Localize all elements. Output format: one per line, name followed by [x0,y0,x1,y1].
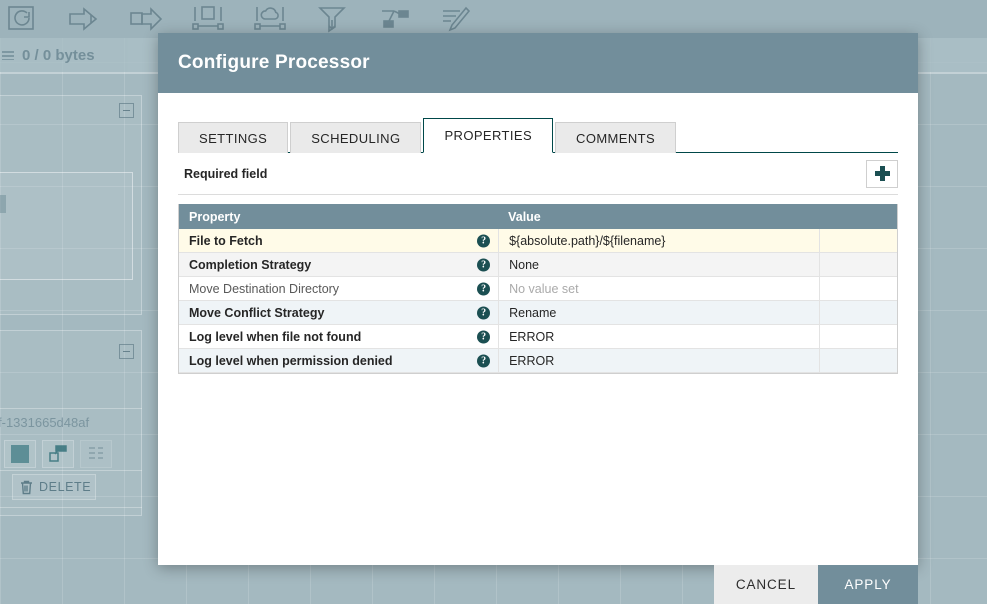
property-name: Log level when file not found [189,329,362,344]
property-value: None [509,257,539,272]
property-name: Log level when permission denied [189,353,393,368]
property-value-cell[interactable]: ERROR [498,349,819,372]
property-name: Move Conflict Strategy [189,305,325,320]
template-icon[interactable] [80,440,112,468]
required-field-label: Required field [184,166,268,181]
column-header-property: Property [189,209,241,224]
process-group-icon[interactable] [188,2,228,36]
property-name: Completion Strategy [189,257,312,272]
property-action-cell[interactable] [819,301,897,324]
table-row[interactable]: Completion Strategy ? None [179,253,897,277]
property-value-cell[interactable]: ${absolute.path}/${filename} [498,229,819,252]
delete-button[interactable]: DELETE [12,474,96,500]
help-icon[interactable]: ? [477,354,491,367]
property-action-cell[interactable] [819,229,897,252]
property-name: Move Destination Directory [189,281,340,296]
property-action-cell[interactable] [819,277,897,300]
property-name: File to Fetch [189,233,263,248]
property-value-cell[interactable]: ERROR [498,325,819,348]
configure-processor-dialog: Configure Processor SETTINGS SCHEDULING … [158,33,918,604]
table-row[interactable]: Move Destination Directory ? No value se… [179,277,897,301]
add-property-button[interactable] [866,159,898,188]
property-name-cell[interactable]: Move Conflict Strategy ? [179,301,498,324]
property-value: ${absolute.path}/${filename} [509,233,666,248]
color-swatch-icon[interactable] [4,440,36,468]
funnel-icon[interactable] [312,2,352,36]
column-header-spacer [819,204,897,229]
cancel-button[interactable]: CANCEL [713,565,818,604]
property-value: No value set [509,281,579,296]
dialog-footer: CANCEL APPLY [158,565,918,604]
property-value: ERROR [509,353,555,368]
component-action-buttons[interactable] [4,440,112,468]
help-icon[interactable]: ? [477,258,491,271]
property-name-cell[interactable]: Log level when permission denied ? [179,349,498,372]
property-action-cell[interactable] [819,253,897,276]
apply-button[interactable]: APPLY [818,565,918,604]
property-value-cell[interactable]: None [498,253,819,276]
copy-icon[interactable] [42,440,74,468]
help-icon[interactable]: ? [477,306,491,319]
component-id-label: f-1331665d48af [0,415,90,430]
tab-comments-label: COMMENTS [576,130,656,146]
property-action-cell[interactable] [819,349,897,372]
delete-label: DELETE [39,480,92,494]
column-header-value: Value [508,209,541,224]
property-value-cell[interactable]: No value set [498,277,819,300]
label-icon[interactable] [436,2,476,36]
table-row[interactable]: File to Fetch ? ${absolute.path}/${filen… [179,229,897,253]
dialog-title: Configure Processor [178,52,370,73]
queue-icon [2,50,14,60]
dialog-header: Configure Processor [158,33,918,93]
help-icon[interactable]: ? [477,282,491,295]
input-port-icon[interactable] [64,2,104,36]
collapse-icon[interactable] [119,344,134,359]
tab-comments[interactable]: COMMENTS [555,122,677,153]
properties-toolbar: Required field [178,153,898,195]
table-header-row: Property Value [179,204,897,229]
template-icon[interactable] [374,2,414,36]
collapse-icon[interactable] [119,103,134,118]
help-icon[interactable]: ? [477,234,491,247]
tab-scheduling[interactable]: SCHEDULING [290,122,422,153]
tab-properties-label: PROPERTIES [444,128,533,143]
trash-icon [21,480,32,494]
screen: 0 / 0 bytes f-1331665d48af DELETE Config… [0,0,987,604]
property-value: ERROR [509,329,555,344]
property-action-cell[interactable] [819,325,897,348]
processor-icon[interactable] [2,2,42,36]
property-value: Rename [509,305,557,320]
property-value-cell[interactable]: Rename [498,301,819,324]
plus-icon [874,166,890,181]
table-row[interactable]: Move Conflict Strategy ? Rename [179,301,897,325]
help-icon[interactable]: ? [477,330,491,343]
property-name-cell[interactable]: Completion Strategy ? [179,253,498,276]
dialog-tabs[interactable]: SETTINGS SCHEDULING PROPERTIES COMMENTS [178,118,898,153]
property-name-cell[interactable]: File to Fetch ? [179,229,498,252]
property-name-cell[interactable]: Move Destination Directory ? [179,277,498,300]
output-port-icon[interactable] [126,2,166,36]
cancel-button-label: CANCEL [735,577,796,592]
canvas-component-a-body[interactable] [0,172,133,280]
table-row[interactable]: Log level when file not found ? ERROR [179,325,897,349]
table-row[interactable]: Log level when permission denied ? ERROR [179,349,897,373]
tab-settings-label: SETTINGS [199,130,268,146]
tab-settings[interactable]: SETTINGS [178,122,289,153]
tab-scheduling-label: SCHEDULING [311,130,401,146]
properties-table: Property Value File to Fetch ? ${absolut… [178,204,898,374]
apply-button-label: APPLY [844,577,892,592]
remote-process-group-icon[interactable] [250,2,290,36]
canvas-component-a-swatch [0,195,6,213]
tab-properties[interactable]: PROPERTIES [423,118,554,153]
queue-size-text: 0 / 0 bytes [22,46,95,64]
property-name-cell[interactable]: Log level when file not found ? [179,325,498,348]
